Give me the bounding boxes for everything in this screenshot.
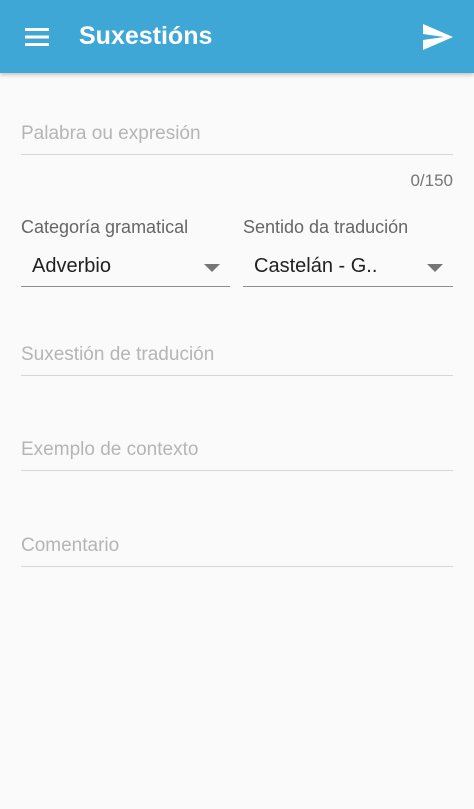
comment-field-container: [21, 527, 453, 567]
send-button[interactable]: [414, 13, 462, 61]
category-selected-value: Adverbio: [32, 255, 111, 277]
menu-icon: [25, 28, 49, 46]
send-icon: [423, 24, 453, 50]
word-underline: [21, 154, 453, 155]
suggestion-input[interactable]: [21, 336, 453, 374]
app-bar: Suxestións: [0, 0, 474, 73]
direction-block: Sentido da tradución Castelán - G..: [243, 215, 453, 287]
app-title: Suxestións: [79, 22, 213, 50]
menu-button[interactable]: [13, 13, 61, 61]
direction-spinner[interactable]: Castelán - G..: [243, 251, 453, 287]
comment-input[interactable]: [21, 527, 453, 565]
category-dropdown-icon: [204, 264, 220, 272]
category-block: Categoría gramatical Adverbio: [21, 215, 230, 287]
comment-underline: [21, 566, 453, 567]
context-example-underline: [21, 470, 453, 471]
suggestion-underline: [21, 375, 453, 376]
suggestion-form: 0/150 Categoría gramatical Adverbio Sent…: [0, 73, 474, 809]
direction-dropdown-icon: [427, 264, 443, 272]
word-input[interactable]: [21, 115, 453, 153]
direction-selected-value: Castelán - G..: [254, 255, 378, 277]
character-counter: 0/150: [410, 171, 453, 190]
category-label: Categoría gramatical: [21, 217, 189, 237]
context-example-input[interactable]: [21, 431, 453, 469]
category-spinner[interactable]: Adverbio: [21, 251, 230, 287]
direction-label: Sentido da tradución: [243, 217, 409, 237]
category-underline: [21, 285, 230, 287]
word-field-container: [21, 115, 453, 155]
direction-underline: [243, 285, 453, 287]
context-example-field-container: [21, 431, 453, 471]
suggestion-field-container: [21, 336, 453, 376]
